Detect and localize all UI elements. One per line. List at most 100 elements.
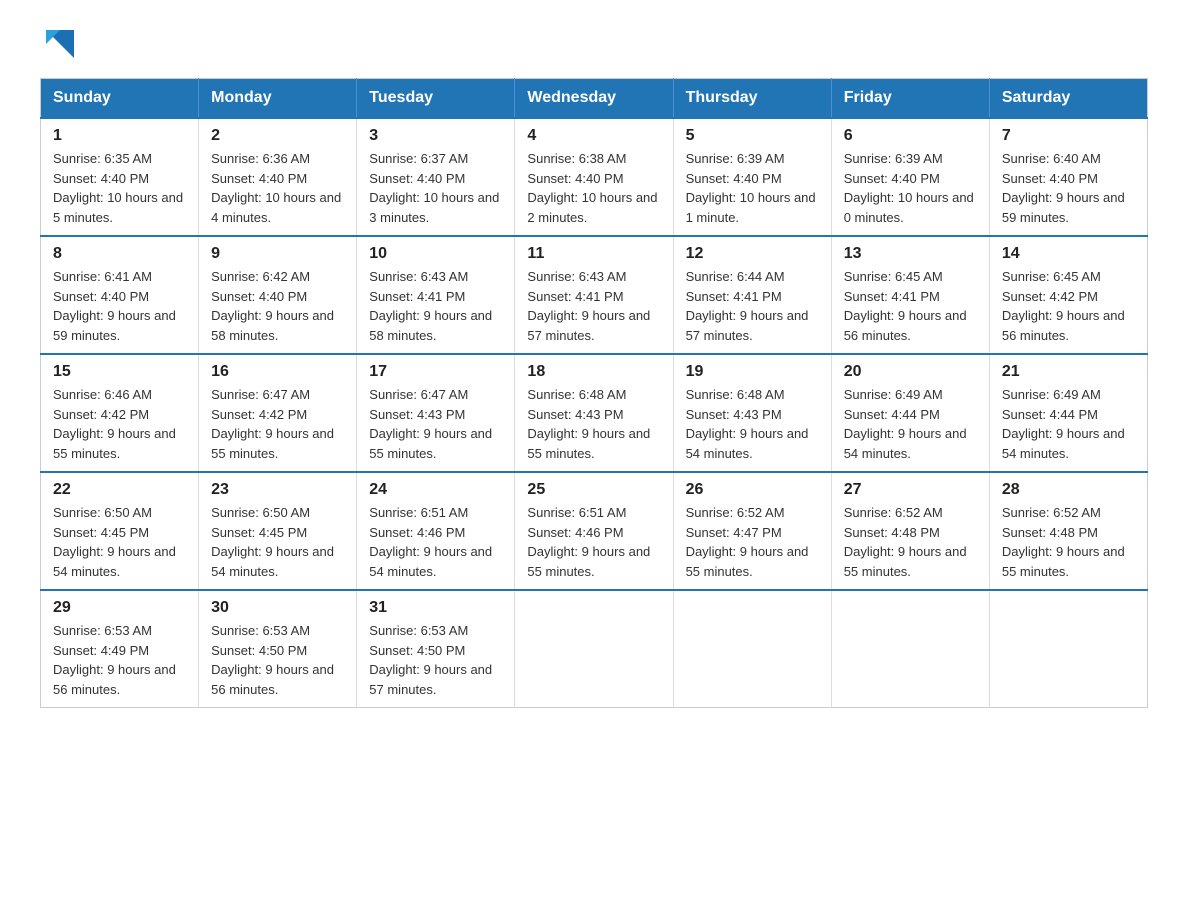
day-number: 20 xyxy=(844,363,977,381)
day-number: 25 xyxy=(527,481,660,499)
day-info: Sunrise: 6:46 AMSunset: 4:42 PMDaylight:… xyxy=(53,385,186,463)
calendar-cell: 6 Sunrise: 6:39 AMSunset: 4:40 PMDayligh… xyxy=(831,118,989,236)
calendar-cell: 8 Sunrise: 6:41 AMSunset: 4:40 PMDayligh… xyxy=(41,236,199,354)
page-header xyxy=(40,30,1148,58)
day-number: 31 xyxy=(369,599,502,617)
day-info: Sunrise: 6:51 AMSunset: 4:46 PMDaylight:… xyxy=(369,503,502,581)
day-info: Sunrise: 6:47 AMSunset: 4:42 PMDaylight:… xyxy=(211,385,344,463)
day-info: Sunrise: 6:49 AMSunset: 4:44 PMDaylight:… xyxy=(844,385,977,463)
week-row-1: 1 Sunrise: 6:35 AMSunset: 4:40 PMDayligh… xyxy=(41,118,1148,236)
weekday-header-wednesday: Wednesday xyxy=(515,79,673,119)
calendar-cell: 27 Sunrise: 6:52 AMSunset: 4:48 PMDaylig… xyxy=(831,472,989,590)
day-info: Sunrise: 6:50 AMSunset: 4:45 PMDaylight:… xyxy=(211,503,344,581)
day-info: Sunrise: 6:36 AMSunset: 4:40 PMDaylight:… xyxy=(211,149,344,227)
calendar-cell: 22 Sunrise: 6:50 AMSunset: 4:45 PMDaylig… xyxy=(41,472,199,590)
day-info: Sunrise: 6:50 AMSunset: 4:45 PMDaylight:… xyxy=(53,503,186,581)
calendar-table: SundayMondayTuesdayWednesdayThursdayFrid… xyxy=(40,78,1148,708)
day-number: 29 xyxy=(53,599,186,617)
day-info: Sunrise: 6:47 AMSunset: 4:43 PMDaylight:… xyxy=(369,385,502,463)
calendar-cell: 26 Sunrise: 6:52 AMSunset: 4:47 PMDaylig… xyxy=(673,472,831,590)
day-info: Sunrise: 6:38 AMSunset: 4:40 PMDaylight:… xyxy=(527,149,660,227)
day-info: Sunrise: 6:43 AMSunset: 4:41 PMDaylight:… xyxy=(527,267,660,345)
day-number: 18 xyxy=(527,363,660,381)
calendar-cell: 10 Sunrise: 6:43 AMSunset: 4:41 PMDaylig… xyxy=(357,236,515,354)
day-info: Sunrise: 6:52 AMSunset: 4:48 PMDaylight:… xyxy=(844,503,977,581)
calendar-cell: 1 Sunrise: 6:35 AMSunset: 4:40 PMDayligh… xyxy=(41,118,199,236)
day-info: Sunrise: 6:48 AMSunset: 4:43 PMDaylight:… xyxy=(527,385,660,463)
day-info: Sunrise: 6:35 AMSunset: 4:40 PMDaylight:… xyxy=(53,149,186,227)
day-info: Sunrise: 6:53 AMSunset: 4:50 PMDaylight:… xyxy=(369,621,502,699)
day-info: Sunrise: 6:45 AMSunset: 4:41 PMDaylight:… xyxy=(844,267,977,345)
calendar-cell: 7 Sunrise: 6:40 AMSunset: 4:40 PMDayligh… xyxy=(989,118,1147,236)
day-number: 22 xyxy=(53,481,186,499)
weekday-header-monday: Monday xyxy=(199,79,357,119)
calendar-cell: 12 Sunrise: 6:44 AMSunset: 4:41 PMDaylig… xyxy=(673,236,831,354)
day-number: 5 xyxy=(686,127,819,145)
day-info: Sunrise: 6:42 AMSunset: 4:40 PMDaylight:… xyxy=(211,267,344,345)
logo xyxy=(40,30,78,58)
calendar-cell: 3 Sunrise: 6:37 AMSunset: 4:40 PMDayligh… xyxy=(357,118,515,236)
calendar-header: SundayMondayTuesdayWednesdayThursdayFrid… xyxy=(41,79,1148,119)
calendar-cell: 2 Sunrise: 6:36 AMSunset: 4:40 PMDayligh… xyxy=(199,118,357,236)
day-info: Sunrise: 6:39 AMSunset: 4:40 PMDaylight:… xyxy=(844,149,977,227)
calendar-cell: 14 Sunrise: 6:45 AMSunset: 4:42 PMDaylig… xyxy=(989,236,1147,354)
day-number: 3 xyxy=(369,127,502,145)
calendar-cell: 20 Sunrise: 6:49 AMSunset: 4:44 PMDaylig… xyxy=(831,354,989,472)
day-number: 7 xyxy=(1002,127,1135,145)
calendar-cell xyxy=(515,590,673,708)
day-number: 9 xyxy=(211,245,344,263)
calendar-cell: 9 Sunrise: 6:42 AMSunset: 4:40 PMDayligh… xyxy=(199,236,357,354)
day-number: 1 xyxy=(53,127,186,145)
day-number: 28 xyxy=(1002,481,1135,499)
day-info: Sunrise: 6:48 AMSunset: 4:43 PMDaylight:… xyxy=(686,385,819,463)
day-number: 4 xyxy=(527,127,660,145)
day-number: 24 xyxy=(369,481,502,499)
calendar-cell: 15 Sunrise: 6:46 AMSunset: 4:42 PMDaylig… xyxy=(41,354,199,472)
week-row-2: 8 Sunrise: 6:41 AMSunset: 4:40 PMDayligh… xyxy=(41,236,1148,354)
day-info: Sunrise: 6:40 AMSunset: 4:40 PMDaylight:… xyxy=(1002,149,1135,227)
calendar-cell: 30 Sunrise: 6:53 AMSunset: 4:50 PMDaylig… xyxy=(199,590,357,708)
calendar-cell: 16 Sunrise: 6:47 AMSunset: 4:42 PMDaylig… xyxy=(199,354,357,472)
day-info: Sunrise: 6:39 AMSunset: 4:40 PMDaylight:… xyxy=(686,149,819,227)
day-info: Sunrise: 6:49 AMSunset: 4:44 PMDaylight:… xyxy=(1002,385,1135,463)
logo-icon xyxy=(46,30,74,58)
day-number: 23 xyxy=(211,481,344,499)
day-info: Sunrise: 6:53 AMSunset: 4:49 PMDaylight:… xyxy=(53,621,186,699)
day-info: Sunrise: 6:37 AMSunset: 4:40 PMDaylight:… xyxy=(369,149,502,227)
calendar-cell xyxy=(673,590,831,708)
weekday-header-thursday: Thursday xyxy=(673,79,831,119)
day-number: 19 xyxy=(686,363,819,381)
week-row-5: 29 Sunrise: 6:53 AMSunset: 4:49 PMDaylig… xyxy=(41,590,1148,708)
calendar-cell: 13 Sunrise: 6:45 AMSunset: 4:41 PMDaylig… xyxy=(831,236,989,354)
week-row-4: 22 Sunrise: 6:50 AMSunset: 4:45 PMDaylig… xyxy=(41,472,1148,590)
calendar-cell: 29 Sunrise: 6:53 AMSunset: 4:49 PMDaylig… xyxy=(41,590,199,708)
day-number: 11 xyxy=(527,245,660,263)
day-info: Sunrise: 6:44 AMSunset: 4:41 PMDaylight:… xyxy=(686,267,819,345)
day-number: 2 xyxy=(211,127,344,145)
weekday-header-sunday: Sunday xyxy=(41,79,199,119)
weekday-header-saturday: Saturday xyxy=(989,79,1147,119)
day-number: 10 xyxy=(369,245,502,263)
calendar-cell: 18 Sunrise: 6:48 AMSunset: 4:43 PMDaylig… xyxy=(515,354,673,472)
weekday-header-friday: Friday xyxy=(831,79,989,119)
day-number: 26 xyxy=(686,481,819,499)
day-info: Sunrise: 6:45 AMSunset: 4:42 PMDaylight:… xyxy=(1002,267,1135,345)
day-number: 30 xyxy=(211,599,344,617)
day-info: Sunrise: 6:41 AMSunset: 4:40 PMDaylight:… xyxy=(53,267,186,345)
day-info: Sunrise: 6:51 AMSunset: 4:46 PMDaylight:… xyxy=(527,503,660,581)
weekday-header-tuesday: Tuesday xyxy=(357,79,515,119)
calendar-cell: 17 Sunrise: 6:47 AMSunset: 4:43 PMDaylig… xyxy=(357,354,515,472)
calendar-cell: 21 Sunrise: 6:49 AMSunset: 4:44 PMDaylig… xyxy=(989,354,1147,472)
calendar-cell xyxy=(831,590,989,708)
day-number: 8 xyxy=(53,245,186,263)
day-number: 21 xyxy=(1002,363,1135,381)
calendar-cell: 5 Sunrise: 6:39 AMSunset: 4:40 PMDayligh… xyxy=(673,118,831,236)
calendar-cell: 28 Sunrise: 6:52 AMSunset: 4:48 PMDaylig… xyxy=(989,472,1147,590)
day-number: 14 xyxy=(1002,245,1135,263)
day-number: 6 xyxy=(844,127,977,145)
day-info: Sunrise: 6:53 AMSunset: 4:50 PMDaylight:… xyxy=(211,621,344,699)
week-row-3: 15 Sunrise: 6:46 AMSunset: 4:42 PMDaylig… xyxy=(41,354,1148,472)
calendar-cell: 11 Sunrise: 6:43 AMSunset: 4:41 PMDaylig… xyxy=(515,236,673,354)
calendar-cell: 4 Sunrise: 6:38 AMSunset: 4:40 PMDayligh… xyxy=(515,118,673,236)
calendar-cell: 25 Sunrise: 6:51 AMSunset: 4:46 PMDaylig… xyxy=(515,472,673,590)
